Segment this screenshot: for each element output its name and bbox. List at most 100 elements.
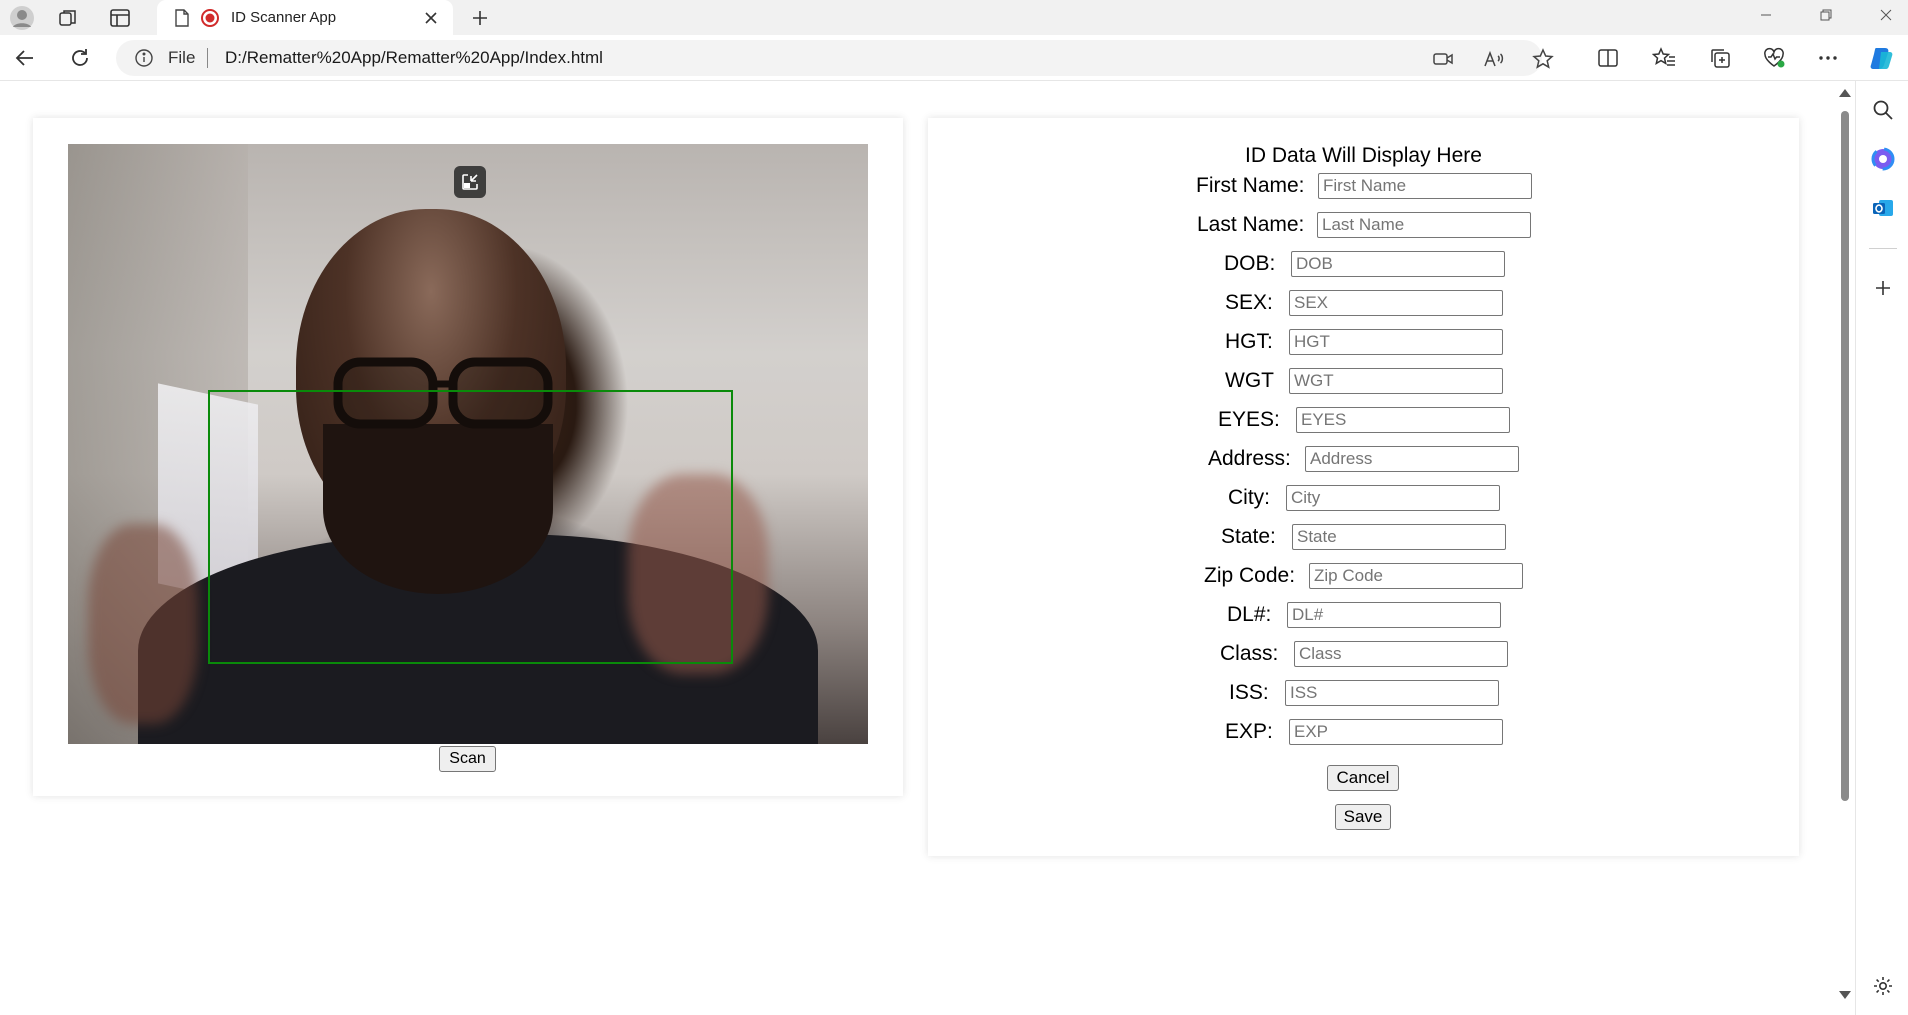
page-scrollbar[interactable] [1836,81,1854,1011]
scan-button[interactable]: Scan [439,746,496,772]
collections-icon[interactable] [1702,40,1738,76]
scroll-down-arrow-icon[interactable] [1839,991,1851,999]
browser-titlebar: ID Scanner App [0,0,1908,35]
new-tab-button[interactable] [460,0,500,35]
gear-icon[interactable] [1869,972,1897,1000]
form-title: ID Data Will Display Here [1245,144,1482,167]
last-name-label: Last Name: [1197,213,1305,236]
sex-label: SEX: [1225,291,1273,314]
video-person-hand-left [88,524,198,724]
city-input[interactable] [1286,485,1500,511]
dl-number-input[interactable] [1287,602,1501,628]
read-aloud-icon[interactable] [1480,46,1506,72]
first-name-label: First Name: [1196,174,1305,197]
zip-code-input[interactable] [1309,563,1523,589]
exp-label: EXP: [1225,720,1273,743]
picture-in-picture-button[interactable] [454,166,486,198]
field-dob: DOB: [1224,250,1275,278]
tab-title: ID Scanner App [231,9,337,26]
info-icon[interactable] [134,48,154,68]
field-first-name: First Name: [1196,172,1305,200]
scroll-up-arrow-icon[interactable] [1839,89,1851,97]
city-label: City: [1228,486,1270,509]
last-name-input[interactable] [1317,212,1531,238]
scanner-panel: Scan [33,118,903,796]
field-dl-number: DL#: [1227,601,1271,629]
id-data-panel: ID Data Will Display Here First Name: La… [928,118,1799,856]
iss-input[interactable] [1285,680,1499,706]
copilot-icon[interactable] [1864,40,1900,76]
favorites-icon[interactable] [1646,40,1682,76]
field-city: City: [1228,484,1270,512]
hgt-label: HGT: [1225,330,1273,353]
wgt-label: WGT [1225,369,1274,392]
close-window-button[interactable] [1856,0,1908,30]
workspaces-icon[interactable] [46,0,90,35]
address-label: Address: [1208,447,1291,470]
outlook-icon[interactable] [1869,194,1897,222]
field-eyes: EYES: [1218,406,1280,434]
hgt-input[interactable] [1289,329,1503,355]
state-input[interactable] [1292,524,1506,550]
exp-input[interactable] [1289,719,1503,745]
address-bar[interactable]: File D:/Rematter%20App/Rematter%20App/In… [116,40,1554,76]
scan-target-frame [208,390,733,664]
field-wgt: WGT [1225,367,1274,395]
save-button[interactable]: Save [1335,804,1391,830]
picture-in-picture-icon [462,174,478,190]
profile-icon[interactable] [0,0,44,35]
zip-code-label: Zip Code: [1204,564,1296,587]
more-icon[interactable] [1810,40,1846,76]
back-button[interactable] [6,39,44,77]
vertical-tabs-icon[interactable] [98,0,142,35]
address-input[interactable] [1305,446,1519,472]
field-iss: ISS: [1229,679,1269,707]
eyes-label: EYES: [1218,408,1280,431]
address-url[interactable]: D:/Rematter%20App/Rematter%20App/Index.h… [225,48,603,68]
dl-number-label: DL#: [1227,603,1272,626]
heart-pulse-icon[interactable] [1756,40,1792,76]
address-separator [207,48,208,68]
browser-toolbar: File D:/Rematter%20App/Rematter%20App/In… [0,35,1908,81]
dob-input[interactable] [1291,251,1505,277]
close-icon[interactable] [417,4,445,32]
eyes-input[interactable] [1296,407,1510,433]
search-icon[interactable] [1869,96,1897,124]
restore-button[interactable] [1796,0,1856,30]
page-viewport: Scan ID Data Will Display Here First Nam… [0,81,1836,1011]
field-last-name: Last Name: [1197,211,1304,239]
field-zip-code: Zip Code: [1204,562,1295,590]
star-icon[interactable] [1530,46,1556,72]
camera-preview [68,144,868,744]
iss-label: ISS: [1229,681,1269,704]
camera-icon[interactable] [1430,46,1456,72]
wgt-input[interactable] [1289,368,1503,394]
sex-input[interactable] [1289,290,1503,316]
split-screen-icon[interactable] [1590,40,1626,76]
page-icon [171,7,193,29]
field-sex: SEX: [1225,289,1273,317]
scroll-thumb[interactable] [1841,111,1849,801]
class-input[interactable] [1294,641,1508,667]
dob-label: DOB: [1224,252,1276,275]
field-address: Address: [1208,445,1291,473]
field-hgt: HGT: [1225,328,1273,356]
sidebar-app-icon[interactable] [1869,145,1897,173]
back-arrow-icon [15,50,33,66]
plus-icon[interactable] [1869,274,1897,302]
refresh-icon [72,49,88,66]
tab-id-scanner-app[interactable]: ID Scanner App [157,0,453,35]
recording-indicator-icon [199,7,221,29]
sidebar-divider [1869,248,1897,249]
field-state: State: [1221,523,1276,551]
class-label: Class: [1220,642,1279,665]
field-exp: EXP: [1225,718,1273,746]
address-scheme-label: File [168,48,196,67]
field-class: Class: [1220,640,1278,668]
browser-sidebar [1855,81,1908,1015]
first-name-input[interactable] [1318,173,1532,199]
cancel-button[interactable]: Cancel [1327,765,1399,791]
minimize-button[interactable] [1736,0,1796,30]
state-label: State: [1221,525,1276,548]
refresh-button[interactable] [61,39,99,77]
